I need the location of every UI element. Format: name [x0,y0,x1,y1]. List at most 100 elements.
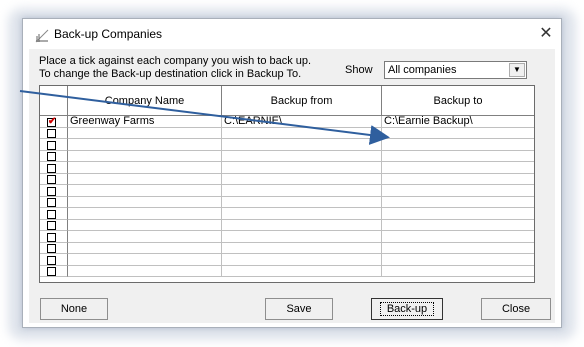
table-row[interactable] [40,208,534,220]
table-row[interactable] [40,219,534,231]
table-row[interactable] [40,231,534,243]
row-checkbox[interactable] [47,175,56,184]
row-checkbox-cell [40,242,68,254]
company-name-cell[interactable] [68,196,222,208]
row-checkbox-cell [40,219,68,231]
title-bar[interactable]: Back-up Companies ✕ [23,19,561,49]
backup-from-cell[interactable] [222,231,382,243]
company-name-cell[interactable] [68,265,222,277]
backup-from-cell[interactable] [222,254,382,266]
table-row[interactable] [40,127,534,139]
window-app-icon [35,29,49,43]
row-checkbox[interactable] [47,140,56,150]
company-name-cell[interactable] [68,185,222,197]
row-checkbox[interactable] [47,209,56,219]
backup-from-cell[interactable] [222,196,382,208]
show-filter-select[interactable]: All companies ▼ [384,61,527,79]
table-row[interactable] [40,173,534,185]
backup-to-cell[interactable] [382,128,534,139]
table-row[interactable] [40,150,534,162]
backup-to-cell[interactable]: C:\Earnie Backup\ [382,116,534,128]
column-header-backup-to[interactable]: Backup to [382,86,534,116]
company-name-cell[interactable] [68,173,222,185]
row-checkbox[interactable] [47,129,56,138]
row-checkbox-cell [40,185,68,197]
row-checkbox[interactable] [47,267,56,276]
table-row[interactable]: Greenway FarmsC:\EARNIE\C:\Earnie Backup… [40,116,534,128]
table-row[interactable] [40,265,534,277]
checkbox-column-header [40,86,68,116]
window-title: Back-up Companies [54,27,163,41]
backup-button[interactable]: Back-up [371,298,443,320]
close-button-label: Close [501,303,531,315]
backup-to-cell[interactable] [382,174,534,185]
company-name-cell[interactable]: Greenway Farms [68,116,222,128]
backup-to-cell[interactable] [382,185,534,197]
row-checkbox-cell [40,196,68,208]
row-checkbox-cell [40,116,68,128]
save-button[interactable]: Save [265,298,333,320]
backup-to-cell[interactable] [382,231,534,243]
backup-from-cell[interactable]: C:\EARNIE\ [222,116,382,128]
backup-to-cell[interactable] [382,220,534,231]
table-row[interactable] [40,254,534,266]
table-row[interactable] [40,242,534,254]
backup-to-cell[interactable] [382,254,534,266]
backup-from-cell[interactable] [222,127,382,139]
backup-to-cell[interactable] [382,266,534,277]
backup-to-cell[interactable] [382,243,534,254]
backup-from-cell[interactable] [222,242,382,254]
company-name-cell[interactable] [68,127,222,139]
backup-from-cell[interactable] [222,265,382,277]
row-checkbox[interactable] [47,232,56,242]
company-name-cell[interactable] [68,208,222,220]
column-header-company-name[interactable]: Company Name [68,86,222,116]
row-checkbox[interactable] [47,163,56,173]
table-row[interactable] [40,185,534,197]
company-name-cell[interactable] [68,139,222,151]
backup-to-cell[interactable] [382,162,534,174]
backup-from-cell[interactable] [222,219,382,231]
backup-from-cell[interactable] [222,185,382,197]
instruction-line-2: To change the Back-up destination click … [39,68,302,80]
row-checkbox[interactable] [47,152,56,161]
instruction-line-1: Place a tick against each company you wi… [39,55,312,67]
dropdown-arrow-icon[interactable]: ▼ [509,63,525,77]
backup-to-cell[interactable] [382,197,534,208]
backup-from-cell[interactable] [222,139,382,151]
row-checkbox-cell [40,254,68,266]
backup-from-cell[interactable] [222,150,382,162]
backup-from-cell[interactable] [222,208,382,220]
row-checkbox-cell [40,162,68,174]
row-checkbox-cell [40,208,68,220]
save-button-label: Save [286,303,312,315]
backup-from-cell[interactable] [222,173,382,185]
row-checkbox[interactable] [47,198,56,207]
backup-to-cell[interactable] [382,139,534,151]
row-checkbox-cell [40,139,68,151]
row-checkbox[interactable] [47,221,56,230]
row-checkbox[interactable] [47,186,56,196]
row-checkbox[interactable] [47,116,56,127]
row-checkbox[interactable] [47,244,56,253]
close-window-icon[interactable]: ✕ [533,21,559,47]
table-row[interactable] [40,139,534,151]
backup-button-label: Back-up [379,302,435,316]
backup-to-cell[interactable] [382,151,534,162]
row-checkbox-cell [40,127,68,139]
backup-from-cell[interactable] [222,162,382,174]
close-button[interactable]: Close [481,298,551,320]
column-header-backup-from[interactable]: Backup from [222,86,382,116]
company-name-cell[interactable] [68,162,222,174]
table-row[interactable] [40,196,534,208]
company-name-cell[interactable] [68,254,222,266]
backup-to-cell[interactable] [382,208,534,220]
company-name-cell[interactable] [68,242,222,254]
table-row[interactable] [40,162,534,174]
company-name-cell[interactable] [68,231,222,243]
company-name-cell[interactable] [68,150,222,162]
company-name-cell[interactable] [68,219,222,231]
row-checkbox-cell [40,265,68,277]
row-checkbox[interactable] [47,255,56,265]
none-button[interactable]: None [40,298,108,320]
